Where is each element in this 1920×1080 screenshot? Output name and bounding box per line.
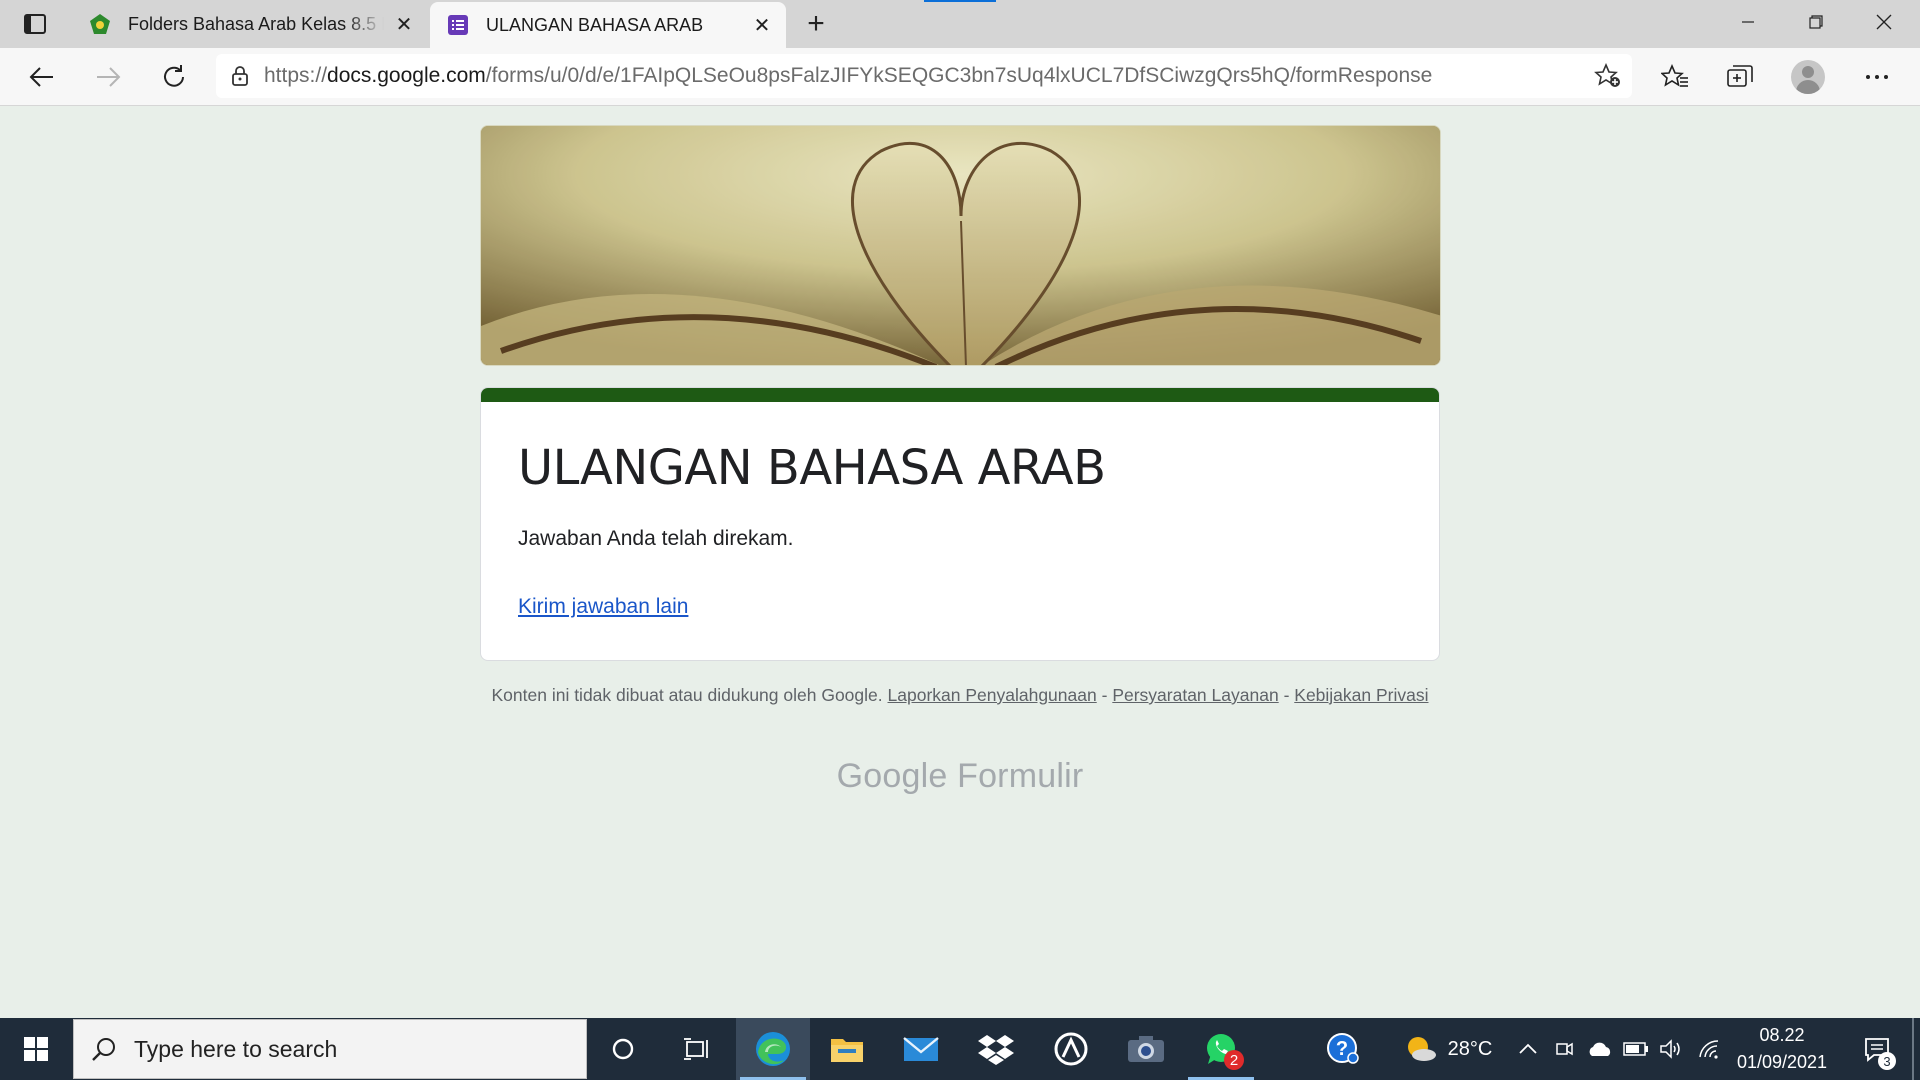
edge-icon[interactable] bbox=[736, 1018, 810, 1080]
tab-actions-icon[interactable] bbox=[12, 6, 58, 42]
tab-folders-bahasa-arab[interactable]: Folders Bahasa Arab Kelas 8.5 Re ✕ bbox=[72, 0, 428, 48]
clock-time: 08.22 bbox=[1759, 1025, 1805, 1045]
terms-of-service-link[interactable]: Persyaratan Layanan bbox=[1112, 685, 1278, 705]
back-button[interactable] bbox=[22, 57, 62, 97]
kemenag-logo-icon bbox=[88, 12, 112, 36]
brand-product: Formulir bbox=[957, 757, 1084, 795]
disclaimer-text: Konten ini tidak dibuat atau didukung ol… bbox=[491, 685, 883, 705]
favorites-button[interactable] bbox=[1655, 57, 1695, 97]
notification-center-icon[interactable]: 3 bbox=[1852, 1018, 1902, 1080]
separator: - bbox=[1101, 685, 1108, 705]
help-icon[interactable]: ? bbox=[1318, 1018, 1368, 1080]
lock-icon[interactable] bbox=[216, 65, 264, 87]
onedrive-icon[interactable] bbox=[1584, 1018, 1616, 1080]
url-scheme: https:// bbox=[264, 64, 328, 87]
form-header-image bbox=[480, 125, 1441, 366]
privacy-policy-link[interactable]: Kebijakan Privasi bbox=[1294, 685, 1428, 705]
meet-now-icon[interactable] bbox=[1550, 1018, 1578, 1080]
system-clock[interactable]: 08.22 01/09/2021 bbox=[1722, 1022, 1842, 1076]
brand-google: Google bbox=[836, 757, 948, 795]
confirmation-card: ULANGAN BAHASA ARAB Jawaban Anda telah d… bbox=[480, 387, 1440, 661]
profile-avatar[interactable] bbox=[1791, 60, 1825, 94]
collections-button[interactable] bbox=[1720, 57, 1760, 97]
add-favorite-icon[interactable] bbox=[1592, 60, 1624, 92]
weather-temperature: 28°C bbox=[1447, 1037, 1493, 1060]
more-options-button[interactable] bbox=[1857, 57, 1897, 97]
confirmation-message: Jawaban Anda telah direkam. bbox=[518, 527, 794, 550]
search-placeholder: Type here to search bbox=[134, 1035, 338, 1062]
browser-tab-bar: Folders Bahasa Arab Kelas 8.5 Re ✕ ULANG… bbox=[0, 0, 1920, 48]
url-host: docs.google.com bbox=[327, 64, 486, 87]
close-tab-icon[interactable]: ✕ bbox=[750, 13, 774, 37]
notification-count: 3 bbox=[1878, 1052, 1896, 1070]
form-title: ULANGAN BAHASA ARAB bbox=[518, 440, 1106, 496]
submit-another-response-link[interactable]: Kirim jawaban lain bbox=[518, 595, 688, 619]
partly-sunny-icon bbox=[1407, 1037, 1436, 1061]
windows-start-icon[interactable] bbox=[0, 1018, 72, 1080]
file-explorer-icon[interactable] bbox=[810, 1018, 884, 1080]
whatsapp-badge: 2 bbox=[1224, 1050, 1244, 1070]
task-view-icon[interactable] bbox=[660, 1018, 734, 1080]
wifi-icon[interactable] bbox=[1694, 1018, 1724, 1080]
chevron-up-icon[interactable] bbox=[1514, 1018, 1542, 1080]
footer-disclaimer: Konten ini tidak dibuat atau didukung ol… bbox=[480, 684, 1440, 706]
google-forms-brand[interactable]: Google Formulir bbox=[0, 757, 1920, 796]
cortana-icon[interactable] bbox=[586, 1018, 660, 1080]
refresh-button[interactable] bbox=[154, 57, 194, 97]
minimize-button[interactable] bbox=[1714, 0, 1782, 44]
theme-accent-bar bbox=[481, 388, 1439, 402]
tab-ulangan-bahasa-arab[interactable]: ULANGAN BAHASA ARAB ✕ bbox=[430, 2, 786, 48]
windows-taskbar: Type here to search 2 ? 28°C 08.22 01/09… bbox=[0, 1018, 1920, 1080]
volume-icon[interactable] bbox=[1656, 1018, 1686, 1080]
browser-toolbar: https://docs.google.com/forms/u/0/d/e/1F… bbox=[0, 48, 1920, 106]
tab-label: ULANGAN BAHASA ARAB bbox=[486, 14, 704, 35]
report-abuse-link[interactable]: Laporkan Penyalahgunaan bbox=[888, 685, 1097, 705]
url-text[interactable]: https://docs.google.com/forms/u/0/d/e/1F… bbox=[264, 64, 1432, 88]
clock-date: 01/09/2021 bbox=[1736, 1052, 1828, 1072]
google-forms-icon bbox=[446, 13, 470, 37]
battery-icon[interactable] bbox=[1620, 1018, 1652, 1080]
restore-button[interactable] bbox=[1782, 0, 1850, 44]
close-tab-icon[interactable]: ✕ bbox=[392, 12, 416, 36]
weather-widget[interactable]: 28°C bbox=[1396, 1018, 1500, 1080]
forward-button[interactable] bbox=[88, 57, 128, 97]
page-content: ULANGAN BAHASA ARAB Jawaban Anda telah d… bbox=[0, 107, 1920, 1018]
taskbar-search-input[interactable]: Type here to search bbox=[73, 1019, 587, 1079]
dropbox-icon[interactable] bbox=[959, 1018, 1033, 1080]
mail-icon[interactable] bbox=[884, 1018, 958, 1080]
svg-text:?: ? bbox=[1336, 1038, 1348, 1060]
search-icon bbox=[74, 1036, 134, 1062]
tab-label: Folders Bahasa Arab Kelas 8.5 Re bbox=[128, 13, 384, 34]
url-path: /forms/u/0/d/e/1FAIpQLSeOu8psFalzJIFYkSE… bbox=[485, 64, 1433, 87]
close-window-button[interactable] bbox=[1850, 0, 1918, 44]
address-bar[interactable]: https://docs.google.com/forms/u/0/d/e/1F… bbox=[216, 54, 1632, 98]
whatsapp-icon[interactable]: 2 bbox=[1184, 1018, 1258, 1080]
show-desktop-button[interactable] bbox=[1912, 1018, 1914, 1080]
app-icon[interactable] bbox=[1034, 1018, 1108, 1080]
loading-indicator bbox=[924, 0, 996, 2]
camera-icon[interactable] bbox=[1109, 1018, 1183, 1080]
new-tab-button[interactable]: + bbox=[796, 6, 836, 42]
separator: - bbox=[1283, 685, 1290, 705]
